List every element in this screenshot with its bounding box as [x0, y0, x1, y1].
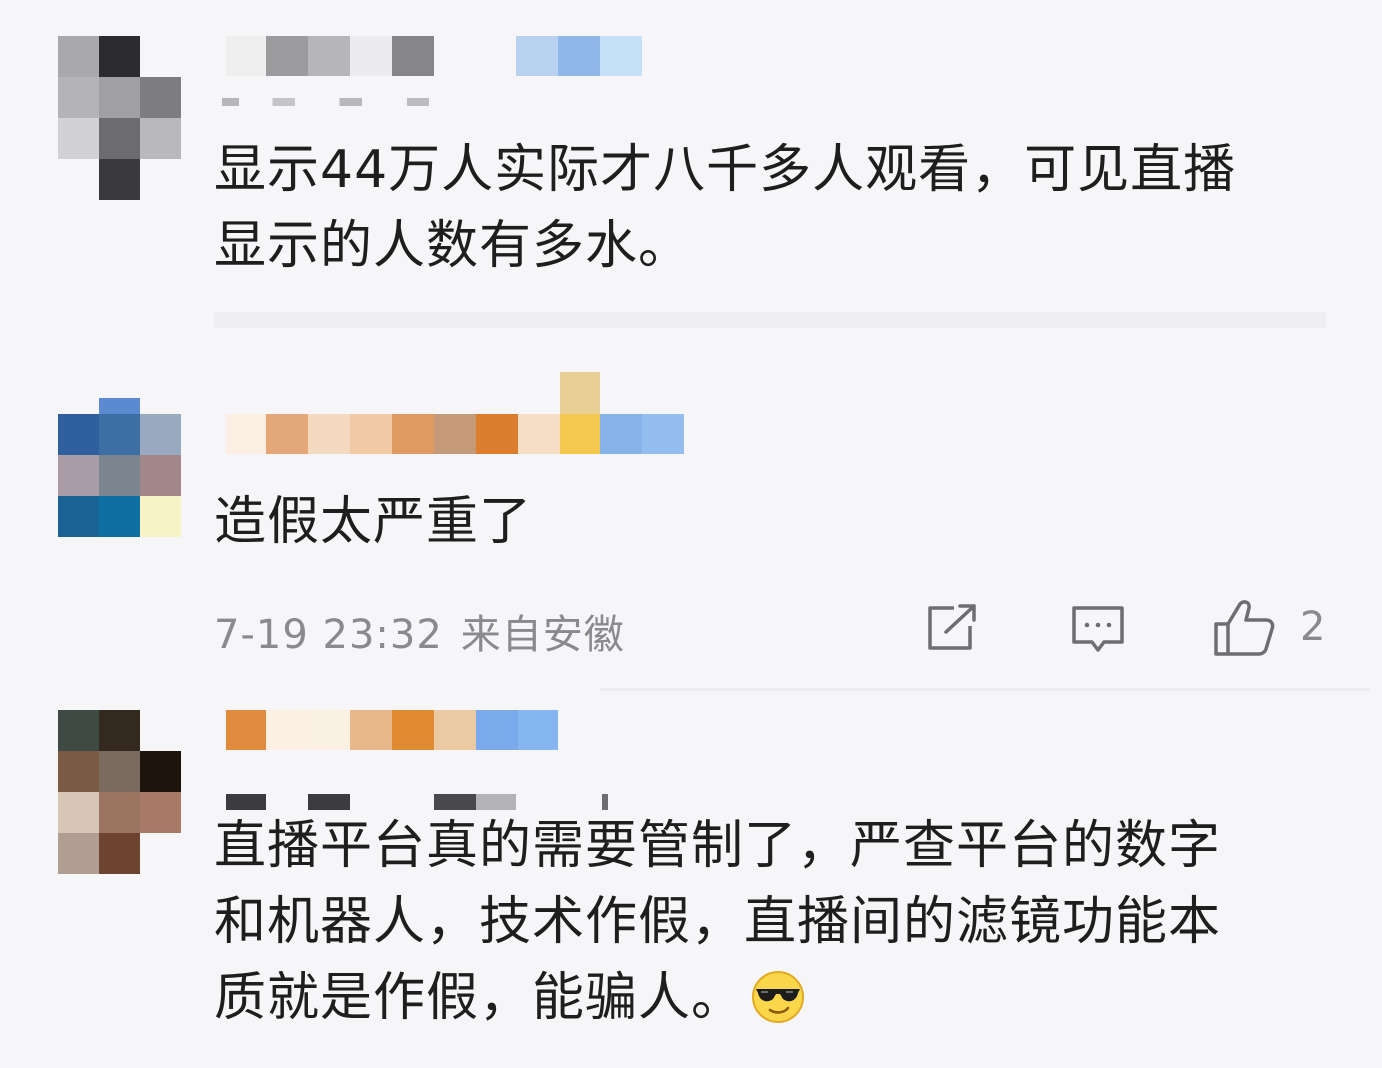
- username-blurred[interactable]: [226, 710, 566, 750]
- comment-icon: [1072, 606, 1124, 652]
- comment-text: 直播平台真的需要管制了，严查平台的数字 和机器人，技术作假，直播间的滤镜功能本 质就…: [214, 808, 1334, 1046]
- timestamp: 7-19 23:32: [214, 612, 443, 658]
- comment-meta: 7-19 23:32 来自安徽: [214, 602, 625, 660]
- avatar[interactable]: [58, 36, 182, 204]
- avatar[interactable]: [58, 710, 182, 878]
- like-button[interactable]: 2: [1212, 598, 1332, 658]
- username-blurred[interactable]: [226, 372, 686, 456]
- share-button[interactable]: [924, 602, 980, 654]
- cool-sunglasses-emoji: [750, 969, 806, 1046]
- divider: [214, 312, 1326, 328]
- share-icon: [928, 604, 976, 650]
- subtitle-blurred: [226, 794, 616, 810]
- username-blurred[interactable]: [226, 36, 646, 76]
- location: 来自安徽: [460, 612, 625, 658]
- avatar[interactable]: [58, 398, 182, 538]
- subtitle-blurred: [222, 98, 502, 106]
- like-count: 2: [1300, 604, 1326, 650]
- thumbs-up-icon: [1214, 600, 1275, 656]
- comment-item: 显示44万人实际才八千多人观看，可见直播 显示的人数有多水。: [0, 0, 1382, 350]
- reply-button[interactable]: [1070, 602, 1126, 658]
- comment-text: 造假太严重了: [214, 492, 533, 552]
- comment-text: 显示44万人实际才八千多人观看，可见直播 显示的人数有多水。: [214, 140, 1237, 276]
- divider: [600, 688, 1370, 691]
